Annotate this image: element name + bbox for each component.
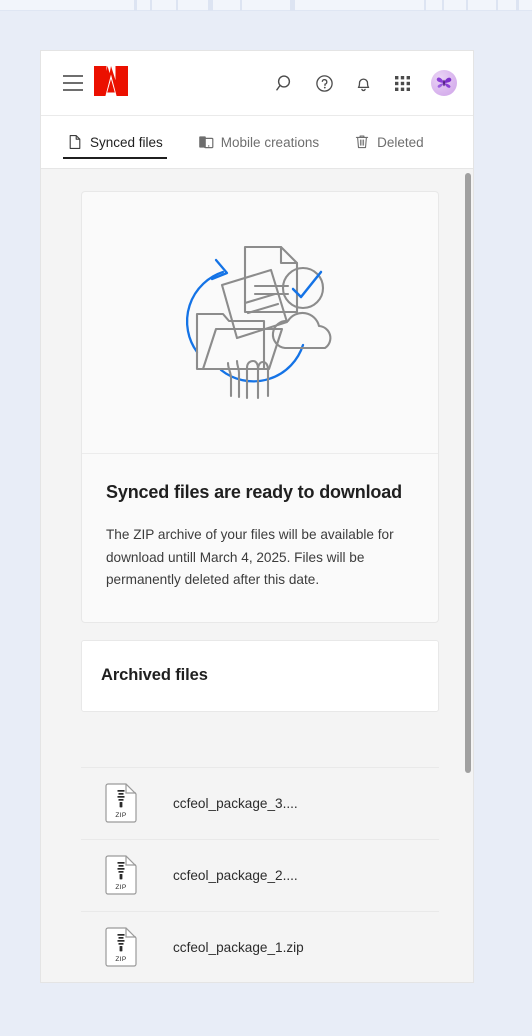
artifact-tick	[466, 0, 468, 11]
artifact-tick	[176, 0, 178, 11]
hamburger-line	[63, 82, 83, 84]
synced-files-hero-card: Synced files are ready to download The Z…	[81, 191, 439, 623]
file-name: ccfeol_package_3....	[173, 795, 298, 811]
zip-file-icon: ZIP	[86, 783, 156, 823]
butterfly-avatar-icon	[436, 77, 452, 88]
artifact-tick	[290, 0, 295, 11]
zip-file-icon: ZIP	[86, 855, 156, 895]
tab-label: Deleted	[377, 134, 424, 150]
table-row[interactable]: ZIP ccfeol_package_3....	[81, 766, 439, 839]
artifact-tick	[208, 0, 213, 11]
adobe-logo[interactable]	[94, 65, 128, 101]
tab-deleted[interactable]: Deleted	[350, 116, 428, 168]
help-icon[interactable]	[307, 66, 341, 100]
content-scrollbar-thumb[interactable]	[465, 173, 471, 773]
synced-files-cloud-illustration	[185, 245, 332, 400]
tab-bar: Synced files Mobile creations Deleted	[41, 116, 473, 169]
table-row[interactable]: ZIP ccfeol_package_1.zip	[81, 910, 439, 983]
app-switcher-grid-icon[interactable]	[385, 66, 419, 100]
tab-label: Synced files	[90, 134, 163, 150]
browser-chrome-artifact-strip	[0, 0, 532, 11]
app-header	[41, 51, 473, 116]
hamburger-menu-icon[interactable]	[63, 75, 83, 91]
artifact-tick	[134, 0, 137, 11]
svg-text:ZIP: ZIP	[115, 812, 126, 819]
tab-mobile-creations[interactable]: Mobile creations	[194, 116, 323, 168]
artifact-tick	[424, 0, 426, 11]
archived-files-title: Archived files	[101, 665, 208, 684]
zip-file-icon: ZIP	[86, 927, 156, 967]
svg-text:ZIP: ZIP	[115, 884, 126, 891]
hero-body-text: The ZIP archive of your files will be av…	[106, 527, 394, 587]
artifact-tick	[442, 0, 444, 11]
user-avatar[interactable]	[431, 70, 457, 96]
artifact-tick	[496, 0, 498, 11]
hamburger-line	[63, 75, 83, 77]
hero-title: Synced files are ready to download	[106, 482, 402, 502]
document-icon	[69, 135, 81, 149]
table-row[interactable]: ZIP ccfeol_package_2....	[81, 838, 439, 911]
trash-icon	[355, 135, 369, 149]
hero-illustration-area	[82, 192, 438, 454]
file-name: ccfeol_package_1.zip	[173, 939, 304, 955]
hamburger-line	[63, 89, 83, 91]
notifications-bell-icon[interactable]	[346, 66, 380, 100]
mobile-device-icon	[198, 136, 214, 149]
content-area: Synced files are ready to download The Z…	[41, 169, 473, 983]
svg-text:ZIP: ZIP	[115, 956, 126, 963]
content-scrollbar-track[interactable]	[461, 169, 473, 982]
archived-file-list: ZIP ccfeol_package_3.... ZIP ccfeol_pack…	[81, 766, 439, 983]
artifact-tick	[516, 0, 519, 11]
artifact-tick	[240, 0, 242, 11]
search-icon[interactable]	[268, 66, 302, 100]
file-name: ccfeol_package_2....	[173, 867, 298, 883]
tab-label: Mobile creations	[220, 134, 320, 150]
tab-synced-files[interactable]: Synced files	[63, 116, 167, 168]
hero-text-area: Synced files are ready to download The Z…	[82, 454, 438, 622]
artifact-tick	[150, 0, 152, 11]
archived-files-card: Archived files	[81, 639, 439, 712]
app-window: Synced files Mobile creations Deleted Sy…	[40, 50, 474, 983]
